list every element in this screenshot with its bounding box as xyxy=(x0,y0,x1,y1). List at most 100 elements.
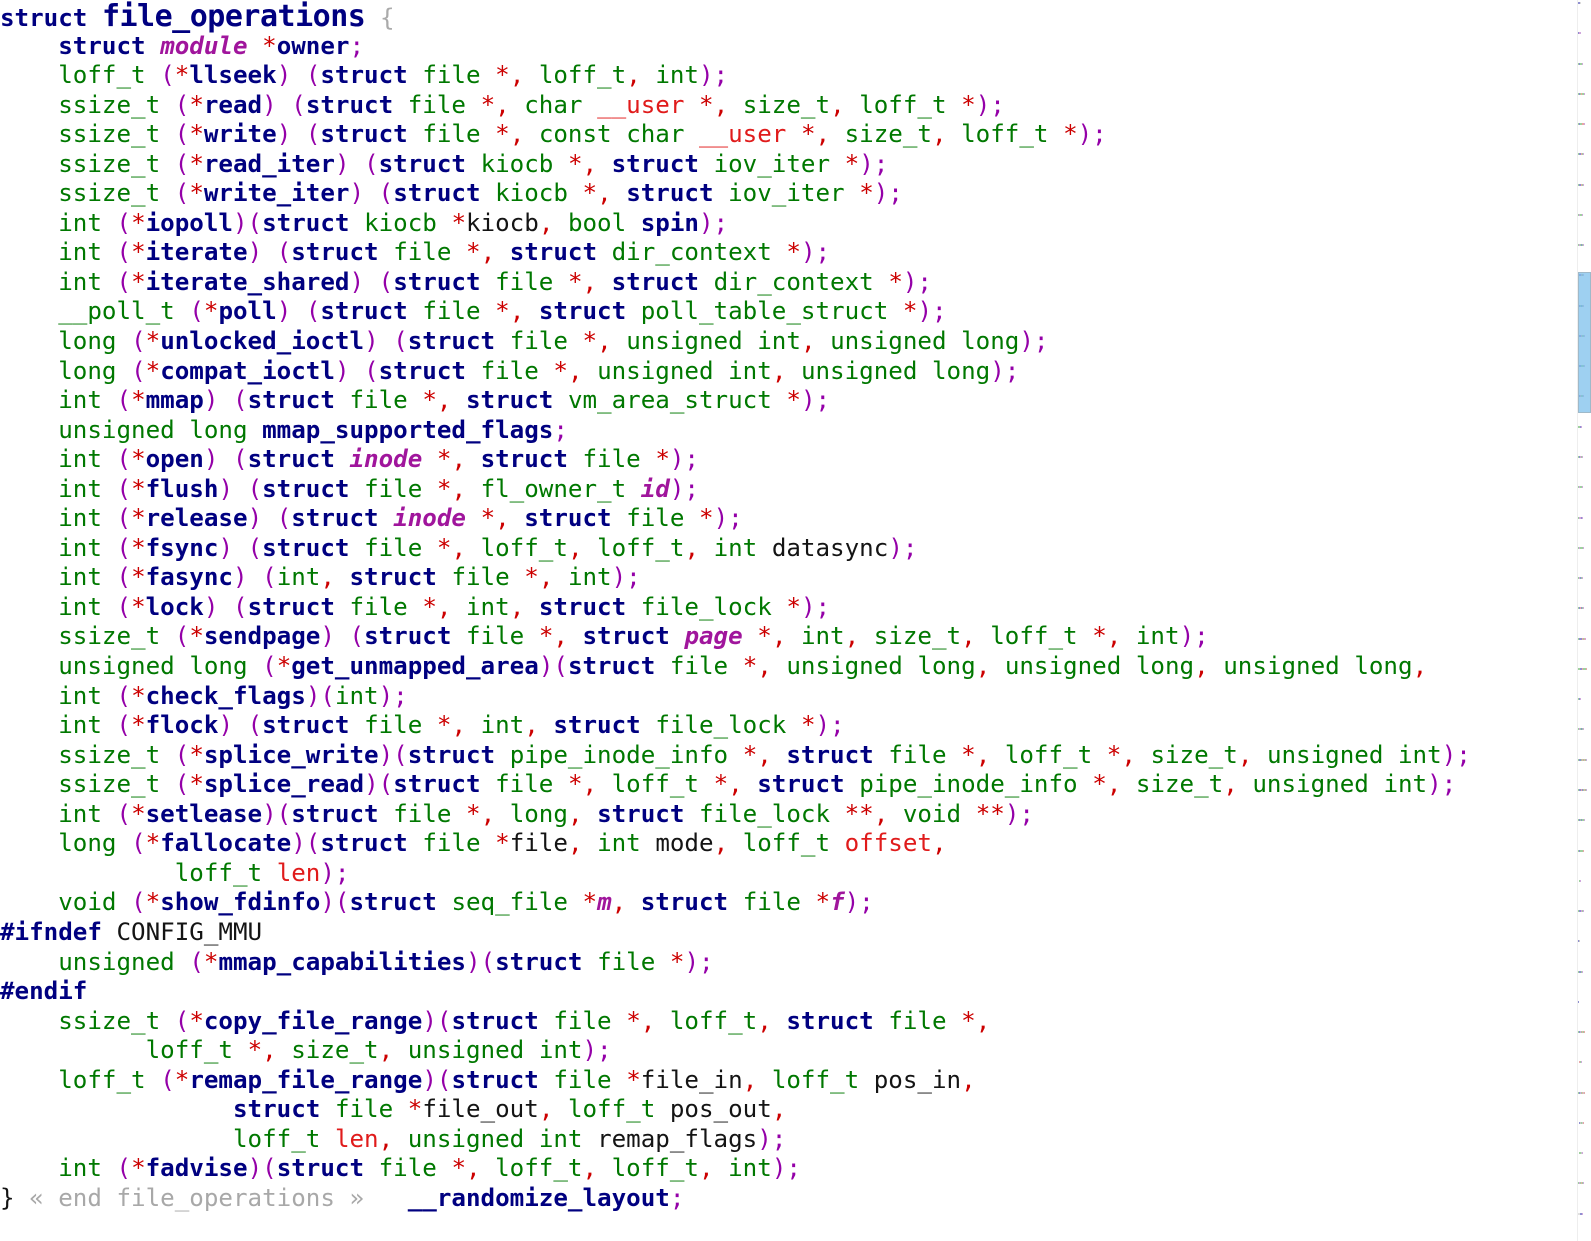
code-line[interactable]: struct module *owner; xyxy=(0,32,1471,62)
code-content[interactable]: struct file_operations { struct module *… xyxy=(0,0,1471,1213)
token-op: * xyxy=(553,356,568,385)
token-class: f xyxy=(830,888,845,917)
code-line[interactable]: unsigned (*mmap_capabilities)(struct fil… xyxy=(0,948,1471,978)
token-punc: )( xyxy=(538,652,568,681)
token-punc: ( xyxy=(116,267,132,296)
token-op: * xyxy=(247,1036,263,1065)
token-op: , xyxy=(378,1036,394,1065)
code-line[interactable]: long (*fallocate)(struct file *file, int… xyxy=(0,829,1471,859)
code-line[interactable]: int (*fasync) (int, struct file *, int); xyxy=(0,563,1471,593)
token-op: * xyxy=(189,90,204,119)
token-type: loff_t xyxy=(538,61,627,90)
token-op: * xyxy=(131,267,146,296)
token-fn: fadvise xyxy=(145,1154,248,1183)
code-line[interactable]: loff_t *, size_t, unsigned int); xyxy=(0,1036,1471,1066)
code-line[interactable]: loff_t (*llseek) (struct file *, loff_t,… xyxy=(0,61,1471,91)
token-op: * xyxy=(189,120,204,149)
code-line[interactable]: loff_t len, unsigned int remap_flags); xyxy=(0,1125,1471,1155)
code-line[interactable]: int (*open) (struct inode *, struct file… xyxy=(0,445,1471,475)
code-line[interactable]: int (*flock) (struct file *, int, struct… xyxy=(0,711,1471,741)
token-op: , xyxy=(509,120,525,149)
token-type: file_lock xyxy=(655,711,787,740)
token-plain: mode xyxy=(655,829,714,858)
token-type: size_t xyxy=(291,1036,379,1065)
token-op: , xyxy=(815,120,831,149)
code-line[interactable]: int (*iterate) (struct file *, struct di… xyxy=(0,238,1471,268)
code-line[interactable]: unsigned long mmap_supported_flags; xyxy=(0,416,1471,446)
token-fn: read_iter xyxy=(203,149,335,178)
token-type: unsigned xyxy=(407,1036,525,1065)
token-type: int xyxy=(58,445,102,474)
code-line[interactable]: ssize_t (*copy_file_range)(struct file *… xyxy=(0,1007,1471,1037)
token-kw: struct xyxy=(349,888,437,917)
code-line[interactable]: ssize_t (*read) (struct file *, char __u… xyxy=(0,91,1471,121)
token-op: * xyxy=(189,179,204,208)
code-line[interactable]: __poll_t (*poll) (struct file *, struct … xyxy=(0,297,1471,327)
token-op: , xyxy=(538,208,554,237)
code-line[interactable]: ssize_t (*read_iter) (struct kiocb *, st… xyxy=(0,150,1471,180)
code-line[interactable]: } « end file_operations » __randomize_la… xyxy=(0,1184,1471,1214)
token-kw: struct xyxy=(305,90,394,119)
code-line[interactable]: ssize_t (*write) (struct file *, const c… xyxy=(0,120,1471,150)
code-line[interactable]: int (*iopoll)(struct kiocb *kiocb, bool … xyxy=(0,209,1471,239)
token-punc: ( xyxy=(174,622,190,651)
code-line[interactable]: int (*release) (struct inode *, struct f… xyxy=(0,504,1471,534)
code-line[interactable]: int (*fsync) (struct file *, loff_t, lof… xyxy=(0,534,1471,564)
minimap-token xyxy=(1578,940,1580,943)
token-op: * xyxy=(800,711,816,740)
code-line[interactable]: #ifndef CONFIG_MMU xyxy=(0,918,1471,948)
code-line[interactable]: struct file *file_out, loff_t pos_out, xyxy=(0,1095,1471,1125)
code-line[interactable]: int (*fadvise)(struct file *, loff_t, lo… xyxy=(0,1154,1471,1184)
token-type: file xyxy=(422,297,481,326)
code-line[interactable]: ssize_t (*write_iter) (struct kiocb *, s… xyxy=(0,179,1471,209)
code-line[interactable]: int (*flush) (struct file *, fl_owner_t … xyxy=(0,475,1471,505)
minimap-token xyxy=(1579,879,1581,882)
code-line[interactable]: int (*iterate_shared) (struct file *, st… xyxy=(0,268,1471,298)
minimap-viewport-thumb[interactable] xyxy=(1578,272,1591,413)
code-line[interactable]: loff_t (*remap_file_range)(struct file *… xyxy=(0,1066,1471,1096)
code-line[interactable]: void (*show_fdinfo)(struct seq_file *m, … xyxy=(0,888,1471,918)
code-line[interactable]: ssize_t (*sendpage) (struct file *, stru… xyxy=(0,622,1471,652)
code-line[interactable]: ssize_t (*splice_read)(struct file *, lo… xyxy=(0,770,1471,800)
token-fn: unlocked_ioctl xyxy=(160,327,365,356)
code-line[interactable]: int (*check_flags)(int); xyxy=(0,682,1471,712)
token-kw: struct xyxy=(320,61,408,90)
token-type: long xyxy=(961,327,1020,356)
token-punc: ); xyxy=(844,888,874,917)
code-line[interactable]: int (*lock) (struct file *, int, struct … xyxy=(0,593,1471,623)
token-fn: fasync xyxy=(145,563,233,592)
token-kw: struct xyxy=(291,504,379,533)
code-line[interactable]: struct file_operations { xyxy=(0,2,1471,33)
minimap-overview-ruler[interactable] xyxy=(1577,0,1591,1241)
code-line[interactable]: #endif xyxy=(0,977,1471,1007)
code-editor-pane[interactable]: struct file_operations { struct module *… xyxy=(0,0,1578,1241)
token-type: loff_t xyxy=(1004,740,1093,769)
minimap-token xyxy=(1581,970,1583,973)
code-line[interactable]: int (*setlease)(struct file *, long, str… xyxy=(0,800,1471,830)
code-line[interactable]: unsigned long (*get_unmapped_area)(struc… xyxy=(0,652,1471,682)
code-line[interactable]: int (*mmap) (struct file *, struct vm_ar… xyxy=(0,386,1471,416)
code-line[interactable]: long (*unlocked_ioctl) (struct file *, u… xyxy=(0,327,1471,357)
code-line[interactable]: loff_t len); xyxy=(0,859,1471,889)
token-op: , xyxy=(932,829,947,858)
code-line[interactable]: long (*compat_ioctl) (struct file *, uns… xyxy=(0,357,1471,387)
code-line[interactable]: ssize_t (*splice_write)(struct pipe_inod… xyxy=(0,741,1471,771)
token-op: , xyxy=(567,533,583,562)
